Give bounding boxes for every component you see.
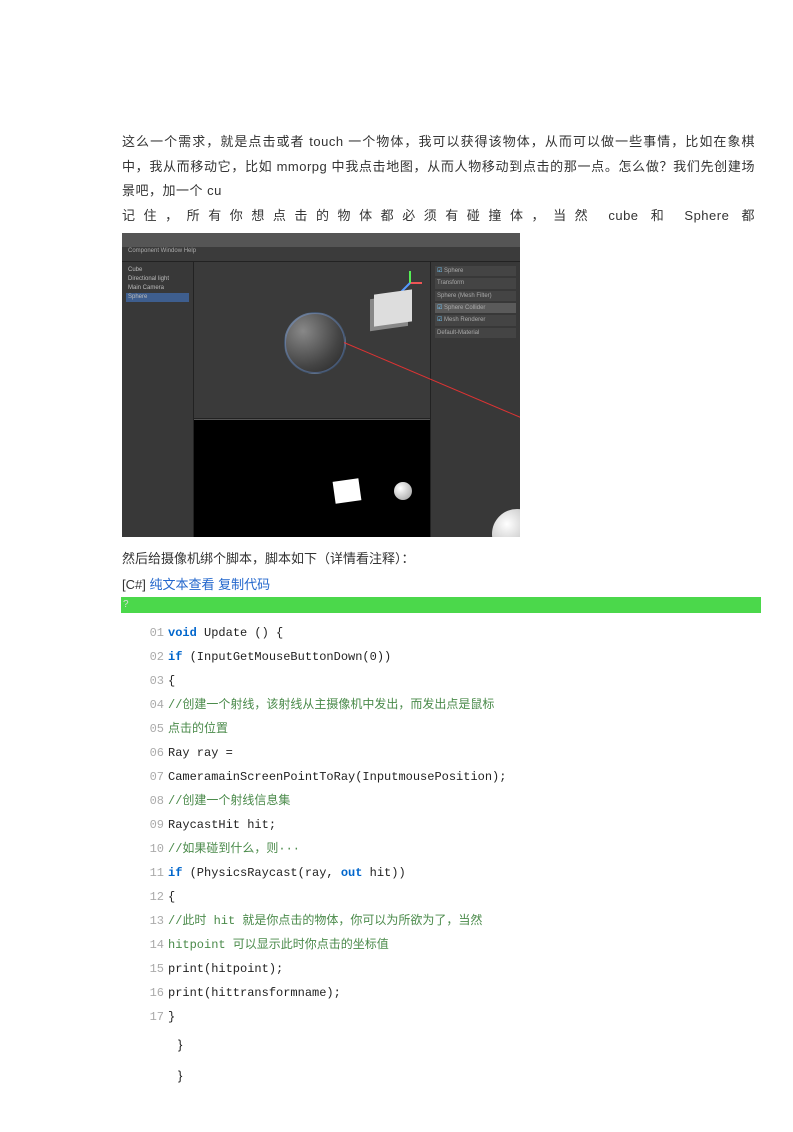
closing-brace-2: } [178,1060,755,1091]
unity-screenshot: Component Window Help Cube Directional l… [122,233,520,537]
scene-cube-icon [374,289,412,326]
hierarchy-panel: Cube Directional light Main Camera Spher… [122,262,194,537]
scene-sphere-icon [284,312,346,374]
paragraph-1: 这么一个需求，就是点击或者 touch 一个物体，我可以获得该物体，从而可以做一… [122,130,755,204]
game-view [194,419,430,537]
unity-menubar: Component Window Help [122,247,520,262]
closing-brace-1: } [178,1029,755,1060]
caption-text: 然后给摄像机绑个脚本，脚本如下（详情看注释）： [122,547,755,570]
scene-view [194,262,430,419]
game-sphere-icon [394,482,412,500]
language-bracket: [C#] [122,577,146,592]
inspector-panel: Sphere Transform Sphere (Mesh Filter) Sp… [430,262,520,537]
game-cube-icon [333,478,362,503]
code-block: 01void Update () {02if (InputGetMouseBut… [122,621,755,1029]
green-bar: ? [121,597,761,613]
plaintext-link[interactable]: 纯文本查看 [149,577,214,592]
copy-code-link[interactable]: 复制代码 [218,577,270,592]
paragraph-2: 记住，所有你想点击的物体都必须有碰撞体，当然 cube 和 Sphere 都 [122,204,755,229]
